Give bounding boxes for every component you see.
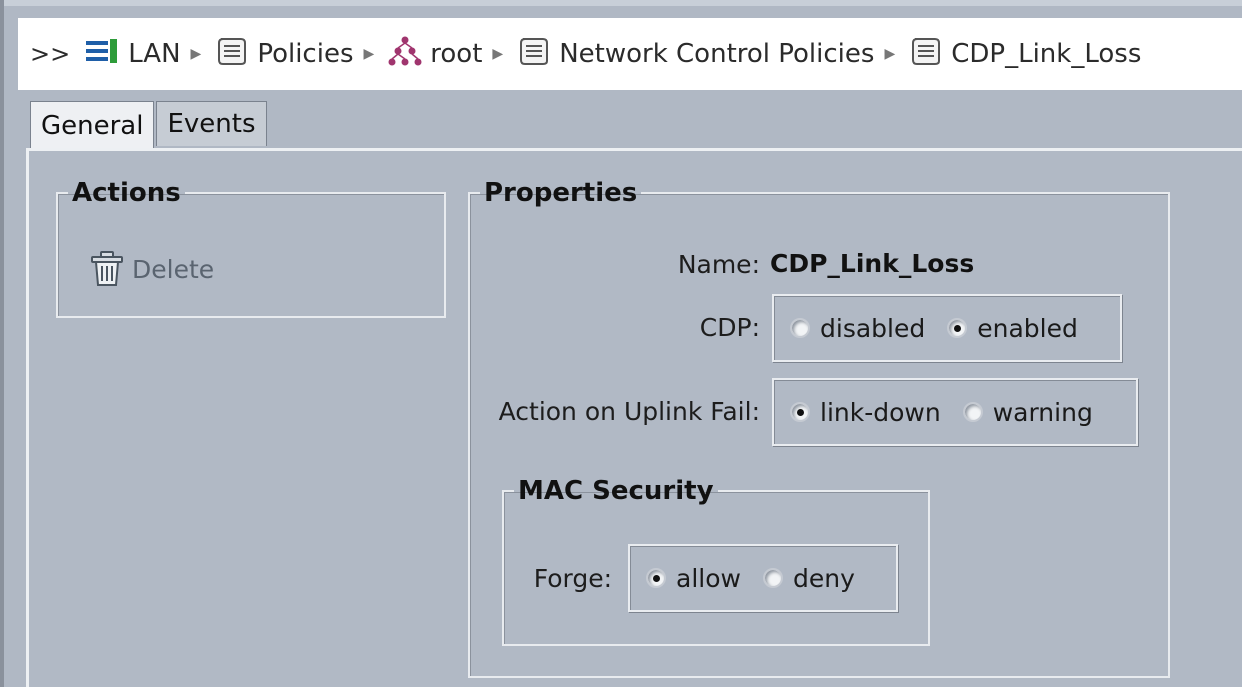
name-label: Name: xyxy=(677,250,760,279)
breadcrumb-label: LAN xyxy=(128,39,181,69)
breadcrumb: >> LAN ▶ Policies ▶ root ▶ Network Contr… xyxy=(18,18,1242,90)
uplink-fail-label: Action on Uplink Fail: xyxy=(498,397,760,426)
forge-allow-radio[interactable]: allow xyxy=(646,564,741,593)
chevron-right-icon: ▶ xyxy=(884,46,896,62)
radio-label: disabled xyxy=(820,313,926,343)
properties-title: Properties xyxy=(484,178,638,208)
actions-title: Actions xyxy=(72,178,181,208)
forge-radio-group: allow deny xyxy=(628,544,898,612)
uplink-warning-radio[interactable]: warning xyxy=(962,397,1093,427)
chevron-right-icon: ▶ xyxy=(363,46,375,62)
radio-selected-icon xyxy=(790,402,810,422)
chevron-right-icon: ▶ xyxy=(492,46,504,62)
chevron-right-icon: ▶ xyxy=(190,46,202,62)
radio-label: enabled xyxy=(977,313,1078,343)
breadcrumb-label: CDP_Link_Loss xyxy=(951,39,1142,69)
org-tree-icon xyxy=(388,35,422,74)
uplink-fail-radio-group: link-down warning xyxy=(772,378,1138,446)
cdp-disabled-radio[interactable]: disabled xyxy=(790,314,925,343)
tab-events[interactable]: Events xyxy=(156,101,267,146)
window-left-edge xyxy=(0,0,4,687)
forge-label: Forge: xyxy=(533,564,612,593)
radio-icon xyxy=(790,318,810,338)
breadcrumb-label: Network Control Policies xyxy=(559,39,875,69)
cdp-radio-group: disabled enabled xyxy=(772,294,1122,362)
trash-icon xyxy=(91,251,123,286)
radio-label: deny xyxy=(792,563,855,593)
forge-deny-radio[interactable]: deny xyxy=(762,563,855,593)
name-value: CDP_Link_Loss xyxy=(770,249,975,278)
tab-bar: General Events xyxy=(30,96,269,150)
mac-security-title: MAC Security xyxy=(518,476,714,506)
radio-selected-icon xyxy=(646,568,666,588)
window-top-edge xyxy=(0,0,1242,6)
breadcrumb-item-network-control-policies[interactable]: Network Control Policies xyxy=(517,35,874,74)
actions-group: Actions xyxy=(56,178,446,318)
radio-label: warning xyxy=(992,397,1093,427)
breadcrumb-item-policies[interactable]: Policies xyxy=(215,35,354,74)
policy-scroll-icon xyxy=(909,35,943,74)
breadcrumb-label: Policies xyxy=(257,39,354,69)
radio-selected-icon xyxy=(947,318,968,338)
radio-icon xyxy=(962,402,983,422)
radio-label: link-down xyxy=(820,397,941,427)
radio-label: allow xyxy=(676,563,741,593)
cdp-enabled-radio[interactable]: enabled xyxy=(947,314,1078,343)
delete-label: Delete xyxy=(132,254,215,284)
cdp-label: CDP: xyxy=(699,313,760,342)
delete-button[interactable]: Delete xyxy=(88,250,214,288)
breadcrumb-expand-button[interactable]: >> xyxy=(30,40,70,68)
breadcrumb-item-lan[interactable]: LAN xyxy=(84,36,181,73)
lan-list-icon xyxy=(84,36,120,73)
breadcrumb-item-cdp-link-loss[interactable]: CDP_Link_Loss xyxy=(909,35,1141,74)
tab-general[interactable]: General xyxy=(30,101,155,150)
breadcrumb-item-root[interactable]: root xyxy=(388,35,482,74)
radio-icon xyxy=(762,568,783,588)
breadcrumb-label: root xyxy=(430,39,483,69)
policy-scroll-icon xyxy=(215,35,249,74)
uplink-link-down-radio[interactable]: link-down xyxy=(790,398,941,427)
policy-scroll-icon xyxy=(517,35,551,74)
